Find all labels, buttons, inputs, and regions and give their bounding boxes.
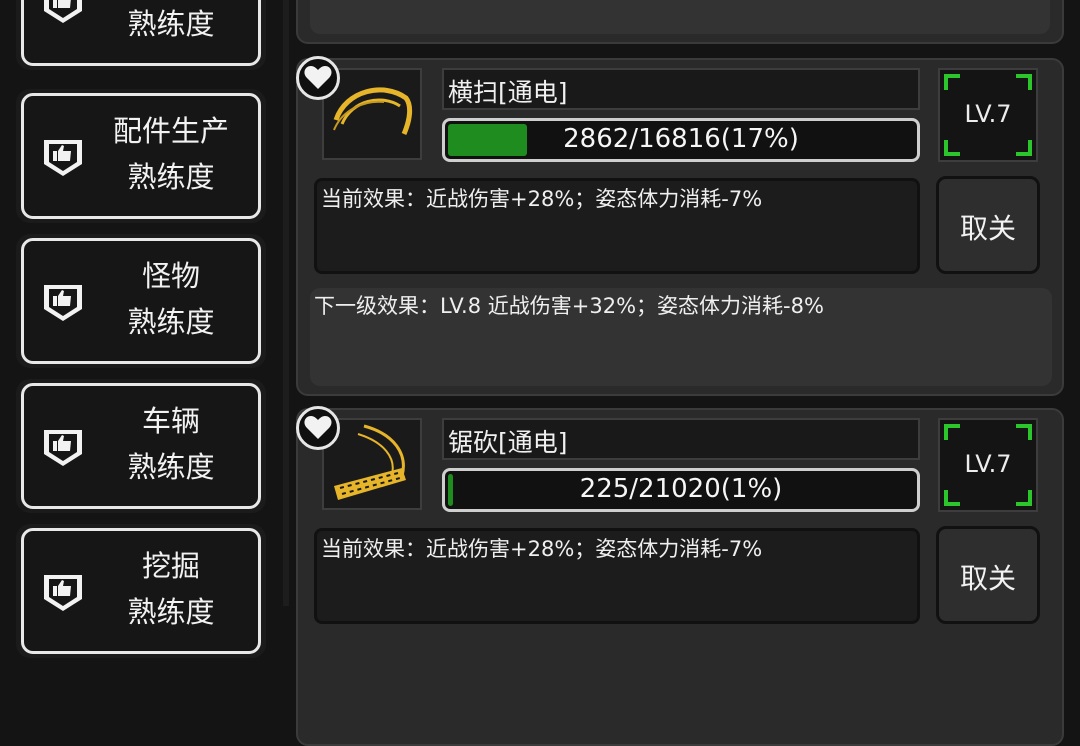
skill-level-box: LV.7 (938, 418, 1038, 512)
sidebar-item-title: 怪物 (141, 259, 200, 293)
skill-level: LV.7 (964, 100, 1012, 128)
favorite-button[interactable] (296, 56, 340, 100)
skill-level: LV.7 (964, 450, 1012, 478)
sidebar-divider (283, 0, 289, 606)
skill-progress-bar: 225/21020(1%) (442, 468, 920, 512)
next-effect-box (310, 0, 1050, 34)
sidebar-item-parts-production[interactable]: 配件生产 熟练度 (16, 89, 266, 223)
next-effect-box: 下一级效果：LV.8 近战伤害+32%；姿态体力消耗-8% (310, 288, 1052, 386)
sidebar-item-subtitle: 熟练度 (127, 595, 215, 629)
thumbs-up-badge-icon (44, 575, 82, 611)
current-effect-box: 当前效果：近战伤害+28%；姿态体力消耗-7% (314, 528, 920, 624)
sidebar-item-digging[interactable]: 挖掘 熟练度 (16, 524, 266, 658)
skill-name-box: 锯砍[通电] (442, 418, 920, 460)
sidebar-item-title: 车辆 (141, 404, 200, 438)
sidebar-button[interactable]: 配件生产 熟练度 (21, 93, 261, 219)
unfollow-button[interactable]: 取关 (936, 526, 1040, 624)
sidebar-item-title: 挖掘 (141, 549, 200, 583)
skill-name: 锯砍[通电] (448, 428, 568, 457)
sidebar-item-monster[interactable]: 怪物 熟练度 (16, 234, 266, 368)
sidebar-item-subtitle: 熟练度 (127, 305, 215, 339)
skill-card: 锯砍[通电] 225/21020(1%) LV.7 当前效果：近战伤害+28%；… (296, 406, 1064, 746)
sidebar-item-0[interactable]: 熟练度 (16, 0, 266, 70)
next-effect-text: 下一级效果：LV.8 近战伤害+32%；姿态体力消耗-8% (314, 294, 824, 318)
skill-card: 横扫[通电] 2862/16816(17%) LV.7 当前效果：近战伤害+28… (296, 56, 1064, 396)
sidebar-item-vehicle[interactable]: 车辆 熟练度 (16, 379, 266, 513)
sidebar-item-title: 配件生产 (112, 114, 229, 148)
progress-text: 225/21020(1%) (579, 474, 783, 504)
sidebar-button[interactable]: 怪物 熟练度 (21, 238, 261, 364)
progress-text: 2862/16816(17%) (563, 124, 799, 154)
thumbs-up-badge-icon (44, 140, 82, 176)
skill-progress-bar: 2862/16816(17%) (442, 118, 920, 162)
thumbs-up-badge-icon (44, 430, 82, 466)
sidebar-item-subtitle: 熟练度 (127, 7, 215, 41)
thumbs-up-badge-icon (44, 0, 82, 23)
skill-card-previous (296, 0, 1064, 44)
unfollow-button[interactable]: 取关 (936, 176, 1040, 274)
skill-name-box: 横扫[通电] (442, 68, 920, 110)
skill-name: 横扫[通电] (448, 78, 568, 107)
heart-icon (304, 416, 332, 439)
favorite-button[interactable] (296, 406, 340, 450)
sidebar-button[interactable]: 车辆 熟练度 (21, 383, 261, 509)
unfollow-label: 取关 (959, 212, 1016, 245)
current-effect-text: 当前效果：近战伤害+28%；姿态体力消耗-7% (321, 187, 763, 211)
sidebar-button[interactable]: 熟练度 (21, 0, 261, 66)
sidebar-item-subtitle: 熟练度 (127, 450, 215, 484)
sidebar-button[interactable]: 挖掘 熟练度 (21, 528, 261, 654)
skill-level-box: LV.7 (938, 68, 1038, 162)
proficiency-sidebar: 熟练度 配件生产 熟练度 怪物 熟练度 车辆 熟练度 挖掘 熟练度 (0, 0, 280, 658)
current-effect-box: 当前效果：近战伤害+28%；姿态体力消耗-7% (314, 178, 920, 274)
sidebar-item-subtitle: 熟练度 (127, 160, 215, 194)
unfollow-label: 取关 (959, 562, 1016, 595)
current-effect-text: 当前效果：近战伤害+28%；姿态体力消耗-7% (321, 537, 763, 561)
heart-icon (304, 66, 332, 89)
thumbs-up-badge-icon (44, 285, 82, 321)
